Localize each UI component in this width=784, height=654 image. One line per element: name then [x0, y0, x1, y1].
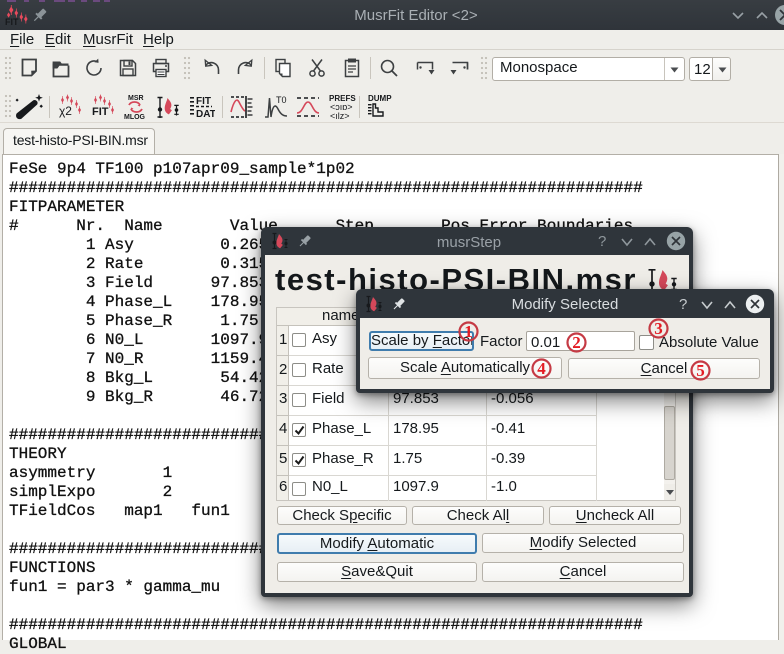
svg-text:FIT: FIT	[5, 17, 19, 27]
svg-text:2: 2	[572, 333, 581, 352]
svg-text:T0: T0	[276, 95, 287, 105]
svg-text:5: 5	[696, 361, 705, 380]
svg-text:FIT: FIT	[196, 96, 211, 107]
svg-text:MLOG: MLOG	[124, 114, 146, 121]
svg-text:DUMP: DUMP	[368, 94, 392, 103]
svg-text:χ2: χ2	[59, 104, 72, 118]
svg-text:DAT: DAT	[196, 109, 215, 120]
svg-text:3: 3	[654, 319, 663, 338]
svg-text:<ılz>: <ılz>	[330, 111, 350, 121]
svg-text:MSR: MSR	[128, 95, 144, 102]
svg-text:FIT: FIT	[92, 106, 109, 118]
svg-text:1: 1	[464, 322, 473, 341]
svg-text:4: 4	[537, 359, 546, 378]
